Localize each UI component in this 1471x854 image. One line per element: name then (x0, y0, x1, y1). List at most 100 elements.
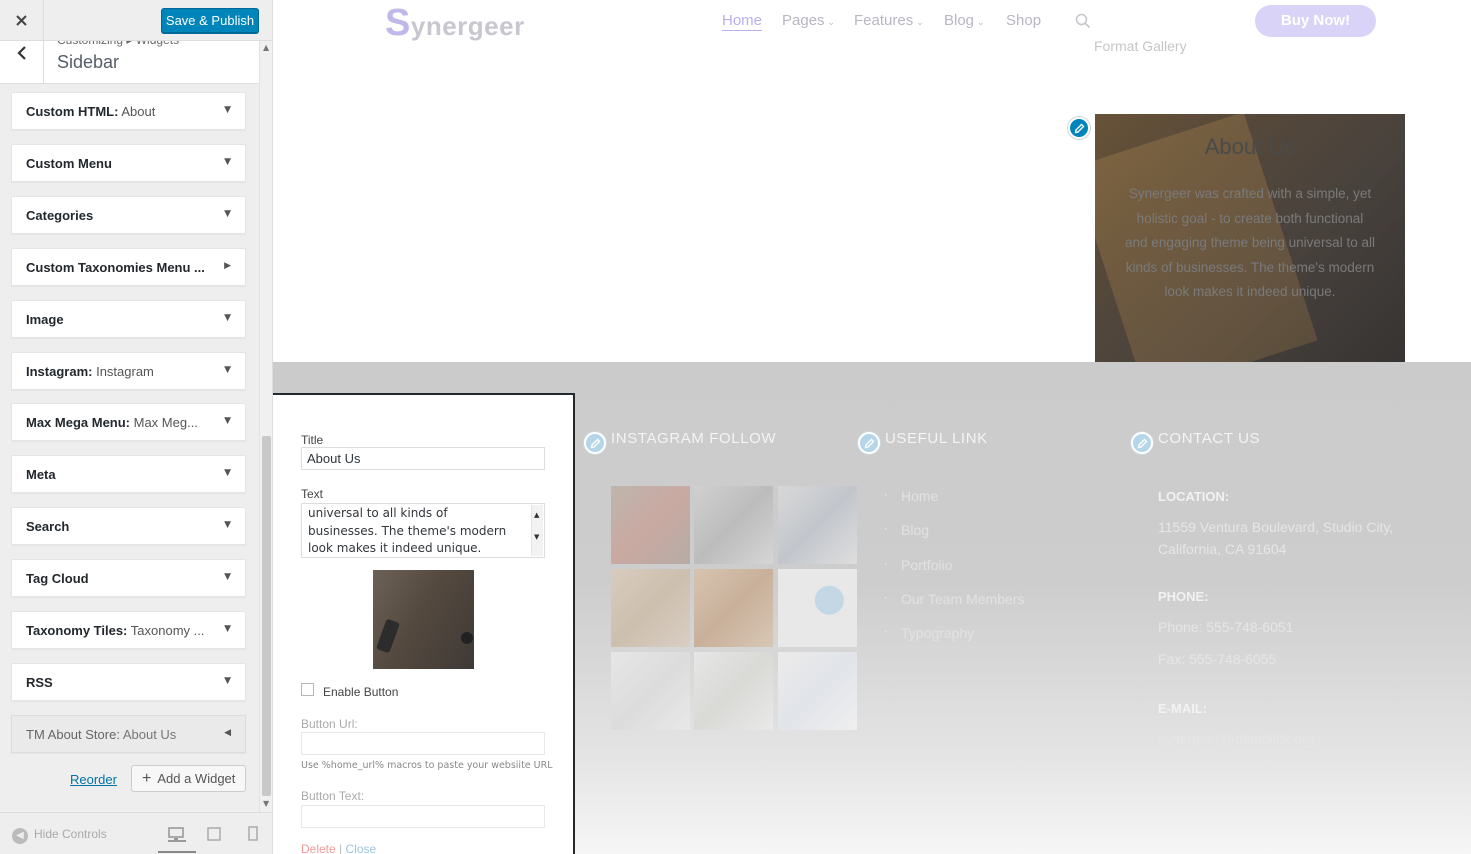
instagram-photo[interactable] (778, 652, 857, 730)
footer-link[interactable]: Portfolio (883, 555, 1024, 591)
pencil-icon[interactable] (1068, 117, 1090, 139)
instagram-photo[interactable] (694, 569, 773, 647)
nav-item-pages[interactable]: Pages ⌄ (782, 12, 835, 29)
scroll-up-icon[interactable]: ▲ (263, 43, 269, 52)
nav-item-shop[interactable]: Shop (1006, 12, 1041, 29)
pencil-icon[interactable] (858, 432, 880, 454)
mobile-preview-icon[interactable] (248, 826, 266, 842)
widget-item[interactable]: Categories ▼ (11, 195, 246, 234)
close-icon (16, 15, 27, 26)
close-link[interactable]: Close (345, 842, 376, 854)
button-url-input[interactable] (301, 732, 545, 755)
scroll-down-icon[interactable]: ▼ (534, 529, 539, 547)
widget-item[interactable]: Custom Menu ▼ (11, 143, 246, 182)
form-actions: Delete | Close (301, 842, 376, 854)
widget-name: Instagram: (26, 363, 93, 379)
widget-item[interactable]: Image ▼ (11, 299, 246, 338)
panel-scrollbar[interactable]: ▲ ▼ (259, 41, 272, 812)
location-label: LOCATION: (1158, 489, 1230, 504)
instagram-photo[interactable] (611, 569, 690, 647)
widget-name: Custom Taxonomies Menu ... (26, 259, 205, 275)
button-text-input[interactable] (301, 805, 545, 828)
location-line-1: 11559 Ventura Boulevard, Studio City, (1158, 519, 1394, 535)
add-widget-button[interactable]: + Add a Widget (131, 765, 246, 792)
caret-down-icon: ▼ (224, 156, 231, 167)
footer-link[interactable]: Typography (883, 623, 1024, 659)
tablet-preview-icon[interactable] (207, 826, 225, 842)
text-textarea[interactable]: universal to all kinds of businesses. Th… (301, 503, 545, 558)
pencil-icon[interactable] (1131, 432, 1153, 454)
site-logo[interactable]: Synergeer (385, 2, 525, 45)
enable-button-checkbox[interactable] (301, 683, 314, 696)
nav-item-home[interactable]: Home (722, 12, 763, 31)
about-us-widget: About Us Synergeer was crafted with a si… (1095, 114, 1405, 362)
save-publish-button[interactable]: Save & Publish (161, 8, 259, 33)
search-icon[interactable] (1075, 13, 1091, 33)
delete-link[interactable]: Delete (301, 842, 336, 854)
widget-item[interactable]: Custom Taxonomies Menu ... ▶ (11, 247, 246, 286)
textarea-scrollbar[interactable]: ▲ ▼ (531, 505, 543, 556)
nav-item-blog[interactable]: Blog ⌄ (944, 12, 985, 29)
widget-subtitle: Taxonomy ... (127, 623, 205, 638)
panel-footer: ◀ Hide Controls (0, 812, 272, 854)
scroll-up-icon[interactable]: ▲ (534, 507, 539, 525)
hide-controls-label: Hide Controls (34, 827, 107, 841)
hide-controls-button[interactable]: ◀ Hide Controls (12, 827, 107, 844)
panel-top-bar: Save & Publish (0, 0, 272, 41)
reorder-link[interactable]: Reorder (70, 772, 117, 787)
scroll-down-icon[interactable]: ▼ (263, 799, 269, 808)
textarea-content: universal to all kinds of businesses. Th… (308, 506, 507, 555)
pencil-icon[interactable] (584, 432, 606, 454)
desktop-preview-icon[interactable] (168, 826, 186, 842)
phone-label: PHONE: (1158, 589, 1209, 604)
instagram-photo[interactable] (694, 652, 773, 730)
widget-item[interactable]: Custom HTML: About ▼ (11, 92, 246, 130)
format-gallery-link[interactable]: Format Gallery (1094, 38, 1187, 54)
instagram-photo[interactable] (611, 652, 690, 730)
instagram-grid (611, 486, 859, 730)
nav-item-features[interactable]: Features ⌄ (854, 12, 924, 29)
widget-item[interactable]: TM About Store: About Us ◀ (11, 714, 246, 753)
title-input[interactable] (301, 447, 545, 470)
caret-down-icon: ▼ (224, 624, 231, 634)
buy-now-button[interactable]: Buy Now! (1255, 5, 1376, 37)
back-button[interactable] (0, 41, 44, 84)
instagram-photo[interactable] (778, 486, 857, 564)
title-label: Title (301, 433, 324, 447)
instagram-photo[interactable] (778, 569, 857, 647)
widget-item[interactable]: RSS ▼ (11, 662, 246, 701)
widget-item[interactable]: Tag Cloud ▼ (11, 559, 246, 598)
instagram-photo[interactable] (694, 486, 773, 564)
caret-down-icon: ▼ (224, 520, 231, 531)
caret-down-icon: ▼ (224, 416, 231, 427)
chevron-down-icon: ⌄ (916, 17, 924, 27)
location-line-2: California, CA 91604 (1158, 541, 1287, 557)
email-label: E-MAIL: (1158, 701, 1208, 716)
footer-link[interactable]: Home (883, 486, 1024, 522)
instagram-photo[interactable] (611, 486, 690, 564)
scroll-thumb[interactable] (262, 436, 271, 796)
caret-left-icon: ◀ (224, 727, 231, 738)
widget-edit-form: Title Text universal to all kinds of bus… (273, 393, 575, 854)
section-header: Customizing ▸ Widgets Sidebar (0, 33, 259, 84)
about-title: About Us (1204, 134, 1296, 159)
widget-item[interactable]: Meta ▼ (11, 455, 246, 494)
close-customizer-button[interactable] (0, 0, 44, 41)
widget-image-thumbnail[interactable] (373, 570, 474, 669)
nav-label: Pages (782, 12, 825, 29)
email-value[interactable]: synergeer@demolink.org (1158, 728, 1315, 750)
nav-label: Blog (944, 12, 975, 29)
footer-link[interactable]: Our Team Members (883, 589, 1024, 625)
footer-link[interactable]: Blog (883, 520, 1024, 556)
widget-name: Image (26, 311, 64, 327)
widget-item[interactable]: Search ▼ (11, 507, 246, 546)
caret-down-icon: ▼ (224, 675, 231, 686)
useful-links-list: HomeBlogPortfolioOur Team MembersTypogra… (883, 486, 1024, 659)
widget-item[interactable]: Taxonomy Tiles: Taxonomy ... ▼ (11, 611, 246, 649)
section-title: Sidebar (57, 52, 120, 72)
widget-item[interactable]: Instagram: Instagram ▼ (11, 351, 246, 390)
caret-down-icon: ▼ (224, 468, 231, 479)
add-widget-label: Add a Widget (157, 771, 236, 786)
widget-item[interactable]: Max Mega Menu: Max Meg... ▼ (11, 403, 246, 442)
widget-name: Categories (26, 207, 94, 223)
